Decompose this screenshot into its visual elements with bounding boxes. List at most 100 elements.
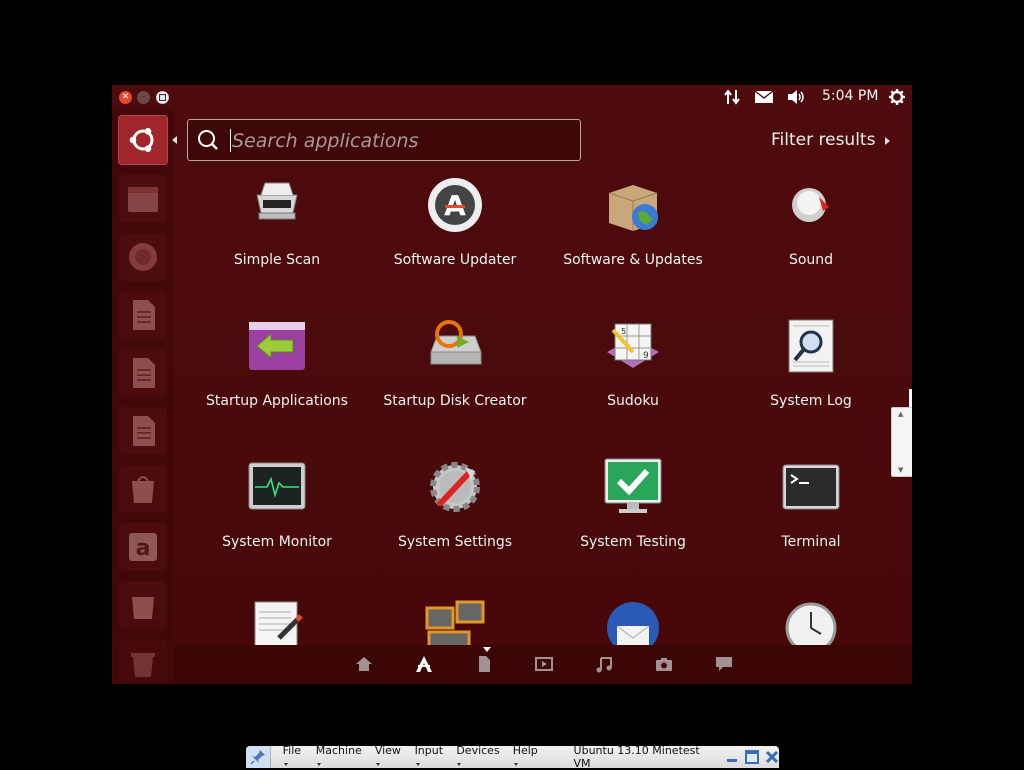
app-system-settings[interactable]: System Settings <box>366 451 544 571</box>
app-label: Startup Disk Creator <box>383 393 527 409</box>
maximize-window-button[interactable] <box>156 91 169 104</box>
clock[interactable]: 5:04 PM <box>822 88 878 104</box>
lens-music[interactable] <box>594 654 614 674</box>
launcher-item-files[interactable] <box>119 175 167 223</box>
app-system-monitor[interactable]: System Monitor <box>188 451 366 571</box>
svg-text:9: 9 <box>643 351 649 361</box>
session-indicator[interactable] <box>887 87 907 107</box>
maximize-icon <box>159 94 166 101</box>
lens-photo[interactable] <box>654 654 674 674</box>
restore-icon <box>744 750 759 764</box>
close-icon <box>765 750 779 764</box>
launcher-item-software-center[interactable] <box>119 465 167 513</box>
launcher-item-ubuntu-one[interactable] <box>119 581 167 629</box>
sound-indicator[interactable] <box>786 87 808 107</box>
ubuntu-logo-icon <box>129 128 154 152</box>
scroll-up-icon[interactable]: ▲ <box>898 410 903 418</box>
lens-home[interactable] <box>354 654 374 674</box>
app-sudoku[interactable]: 5 9 Sudoku <box>544 310 722 430</box>
pin-icon <box>250 750 265 765</box>
lens-video[interactable] <box>534 654 554 674</box>
menu-input[interactable]: Input <box>415 744 444 770</box>
dash-home-button[interactable] <box>118 115 168 165</box>
app-workspaces[interactable] <box>366 592 544 645</box>
files-lens-icon <box>479 656 490 672</box>
workspaces-icon <box>425 600 485 645</box>
menu-help[interactable]: Help <box>513 744 539 770</box>
launcher-item-calc[interactable] <box>119 349 167 397</box>
lens-files[interactable] <box>474 654 494 674</box>
app-startup-applications[interactable]: Startup Applications <box>188 310 366 430</box>
app-label: Startup Applications <box>206 393 348 409</box>
pin-button[interactable] <box>246 746 271 768</box>
app-software-updates[interactable]: Software & Updates <box>544 169 722 289</box>
sound-settings-icon <box>792 188 829 222</box>
impress-icon <box>133 416 155 446</box>
search-box[interactable] <box>187 119 581 161</box>
menu-devices[interactable]: Devices <box>456 744 499 770</box>
vbox-menu: File Machine View Input Devices Help <box>283 744 552 770</box>
menu-machine[interactable]: Machine <box>316 744 362 770</box>
app-clock[interactable] <box>722 592 900 645</box>
vbox-close-button[interactable] <box>765 750 779 764</box>
launcher-item-amazon[interactable]: a <box>119 523 167 571</box>
clock-icon <box>785 602 837 645</box>
network-indicator[interactable] <box>722 87 742 107</box>
app-thunderbird[interactable] <box>544 592 722 645</box>
text-editor-icon <box>254 601 303 645</box>
mail-icon <box>754 90 774 103</box>
applications-lens-icon <box>416 656 432 672</box>
app-label: Simple Scan <box>233 252 321 268</box>
app-software-updater[interactable]: A Software Updater <box>366 169 544 289</box>
launcher-item-trash[interactable] <box>119 639 167 684</box>
app-sound[interactable]: Sound <box>722 169 900 289</box>
app-terminal[interactable]: Terminal <box>722 451 900 571</box>
launcher-item-impress[interactable] <box>119 407 167 455</box>
launcher-item-writer[interactable] <box>119 291 167 339</box>
app-simple-scan[interactable]: Simple Scan <box>188 169 366 289</box>
vm-screen: ✕ – 5:04 PM a Search applications Filter… <box>112 85 912 684</box>
sudoku-icon: 5 9 <box>607 323 659 368</box>
app-startup-disk-creator[interactable]: Startup Disk Creator <box>366 310 544 430</box>
photo-lens-icon <box>656 658 672 671</box>
app-text-editor[interactable] <box>188 592 366 645</box>
network-icon <box>724 89 740 105</box>
startup-applications-icon <box>249 322 305 370</box>
file-manager-icon <box>128 187 158 212</box>
minimize-window-button[interactable]: – <box>137 91 150 104</box>
social-lens-icon <box>716 657 732 671</box>
software-center-icon <box>132 476 154 503</box>
app-label: Software & Updates <box>563 252 703 268</box>
thunderbird-icon <box>607 602 659 645</box>
scroll-down-icon[interactable]: ▼ <box>898 466 903 474</box>
menu-view[interactable]: View <box>375 744 402 770</box>
svg-text:a: a <box>136 536 151 561</box>
search-input[interactable] <box>230 126 564 156</box>
firefox-icon <box>129 243 157 271</box>
app-label: Terminal <box>781 534 841 550</box>
minimize-icon <box>726 759 737 762</box>
power-icon <box>889 89 905 105</box>
video-lens-icon <box>535 657 553 671</box>
app-label: System Settings <box>397 534 513 550</box>
vm-name: Ubuntu 13.10 Minetest VM <box>573 744 700 770</box>
app-system-testing[interactable]: System Testing <box>544 451 722 571</box>
close-window-button[interactable]: ✕ <box>119 91 132 104</box>
terminal-icon <box>782 464 840 510</box>
app-label: System Monitor <box>222 534 332 550</box>
trash-icon <box>131 653 155 677</box>
vbox-minimize-button[interactable] <box>725 750 739 764</box>
startup-disk-creator-icon <box>430 320 482 365</box>
expand-arrow-icon <box>885 136 891 145</box>
lens-social[interactable] <box>714 654 734 674</box>
messaging-indicator[interactable] <box>753 87 775 107</box>
calc-icon <box>133 358 155 388</box>
scrollbar-thumb[interactable]: ▲ ▼ <box>891 407 912 477</box>
app-system-log[interactable]: System Log <box>722 310 900 430</box>
launcher-item-firefox[interactable] <box>119 233 167 281</box>
menu-file[interactable]: File <box>283 744 303 770</box>
filter-results-button[interactable]: Filter results <box>771 130 891 150</box>
virtualbox-toolbar: File Machine View Input Devices Help Ubu… <box>246 744 779 770</box>
lens-applications[interactable] <box>414 654 434 674</box>
vbox-restore-button[interactable] <box>744 750 759 764</box>
